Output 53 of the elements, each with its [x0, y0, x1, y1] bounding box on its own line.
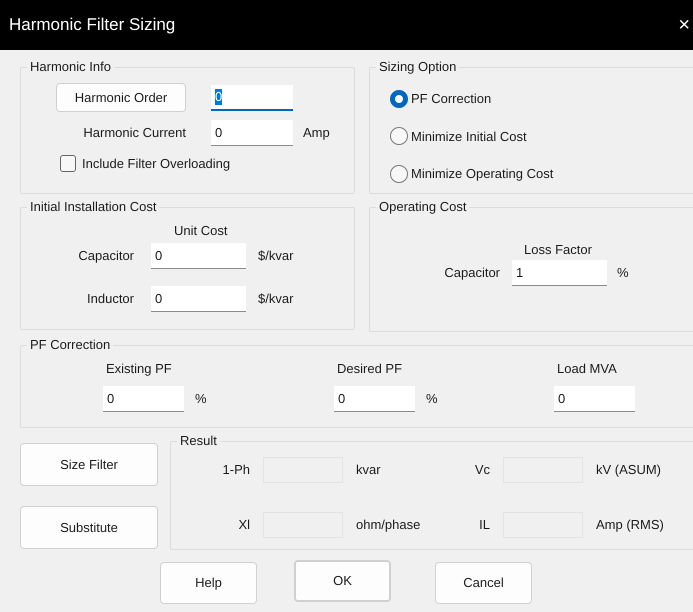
- radio-button[interactable]: [390, 164, 408, 183]
- label: Harmonic Current: [83, 124, 186, 142]
- input-field[interactable]: 0: [151, 286, 246, 312]
- label: Capacitor: [444, 264, 500, 282]
- size-filter-button[interactable]: Size Filter: [20, 443, 158, 486]
- unit-label: kV (ASUM): [596, 461, 662, 480]
- column-label: Loss Factor: [524, 242, 592, 257]
- input-field[interactable]: 0: [103, 386, 184, 412]
- result-label: 1-Ph: [222, 461, 250, 480]
- unit-label: Amp: [303, 124, 330, 142]
- group-title: Result: [179, 433, 218, 449]
- close-button[interactable]: ×: [678, 15, 690, 35]
- radio-button[interactable]: [390, 90, 408, 108]
- label: Existing PF: [106, 361, 172, 376]
- unit-label: %: [195, 390, 207, 408]
- ok-button[interactable]: OK: [294, 560, 391, 602]
- group-title: PF Correction: [29, 337, 112, 353]
- checkbox-label: Include Filter Overloading: [82, 155, 230, 173]
- unit-label: ohm/phase: [356, 516, 422, 534]
- unit-label: %: [617, 264, 629, 282]
- unit-label: kvar: [356, 461, 382, 480]
- unit-label: %: [426, 390, 438, 408]
- label: Desired PF: [337, 361, 402, 376]
- radio-label: Minimize Operating Cost: [411, 165, 554, 183]
- input-field[interactable]: 0: [334, 386, 415, 412]
- radio-label: Minimize Initial Cost: [411, 128, 527, 146]
- result-label: Xl: [238, 516, 250, 534]
- cancel-button[interactable]: Cancel: [435, 562, 532, 604]
- radio-button[interactable]: [390, 127, 408, 146]
- label: Inductor: [87, 290, 134, 308]
- input-field[interactable]: 0: [151, 243, 246, 269]
- unit-label: $/kvar: [258, 290, 294, 308]
- checkbox[interactable]: [60, 155, 76, 172]
- column-label: Unit Cost: [174, 223, 228, 238]
- window-title: Harmonic Filter Sizing: [9, 14, 176, 36]
- input-field[interactable]: 1: [512, 260, 607, 286]
- group-title: Operating Cost: [378, 199, 468, 215]
- group-title: Initial Installation Cost: [29, 199, 158, 215]
- input-field[interactable]: 0: [211, 120, 293, 146]
- radio-label: PF Correction: [411, 90, 492, 108]
- unit-label: Amp (RMS): [596, 516, 665, 534]
- input-field[interactable]: 0: [211, 84, 293, 110]
- label: Capacitor: [78, 247, 134, 266]
- input-field[interactable]: 0: [554, 386, 635, 412]
- group-title: Sizing Option: [378, 59, 458, 75]
- harmonic-order-button[interactable]: Harmonic Order: [56, 83, 186, 112]
- label: Load MVA: [557, 361, 617, 376]
- unit-label: $/kvar: [258, 247, 294, 266]
- group-title: Harmonic Info: [29, 59, 112, 75]
- help-button[interactable]: Help: [160, 562, 257, 604]
- substitute-button[interactable]: Substitute: [20, 506, 158, 549]
- result-label: Vc: [474, 461, 490, 480]
- result-label: IL: [479, 516, 490, 534]
